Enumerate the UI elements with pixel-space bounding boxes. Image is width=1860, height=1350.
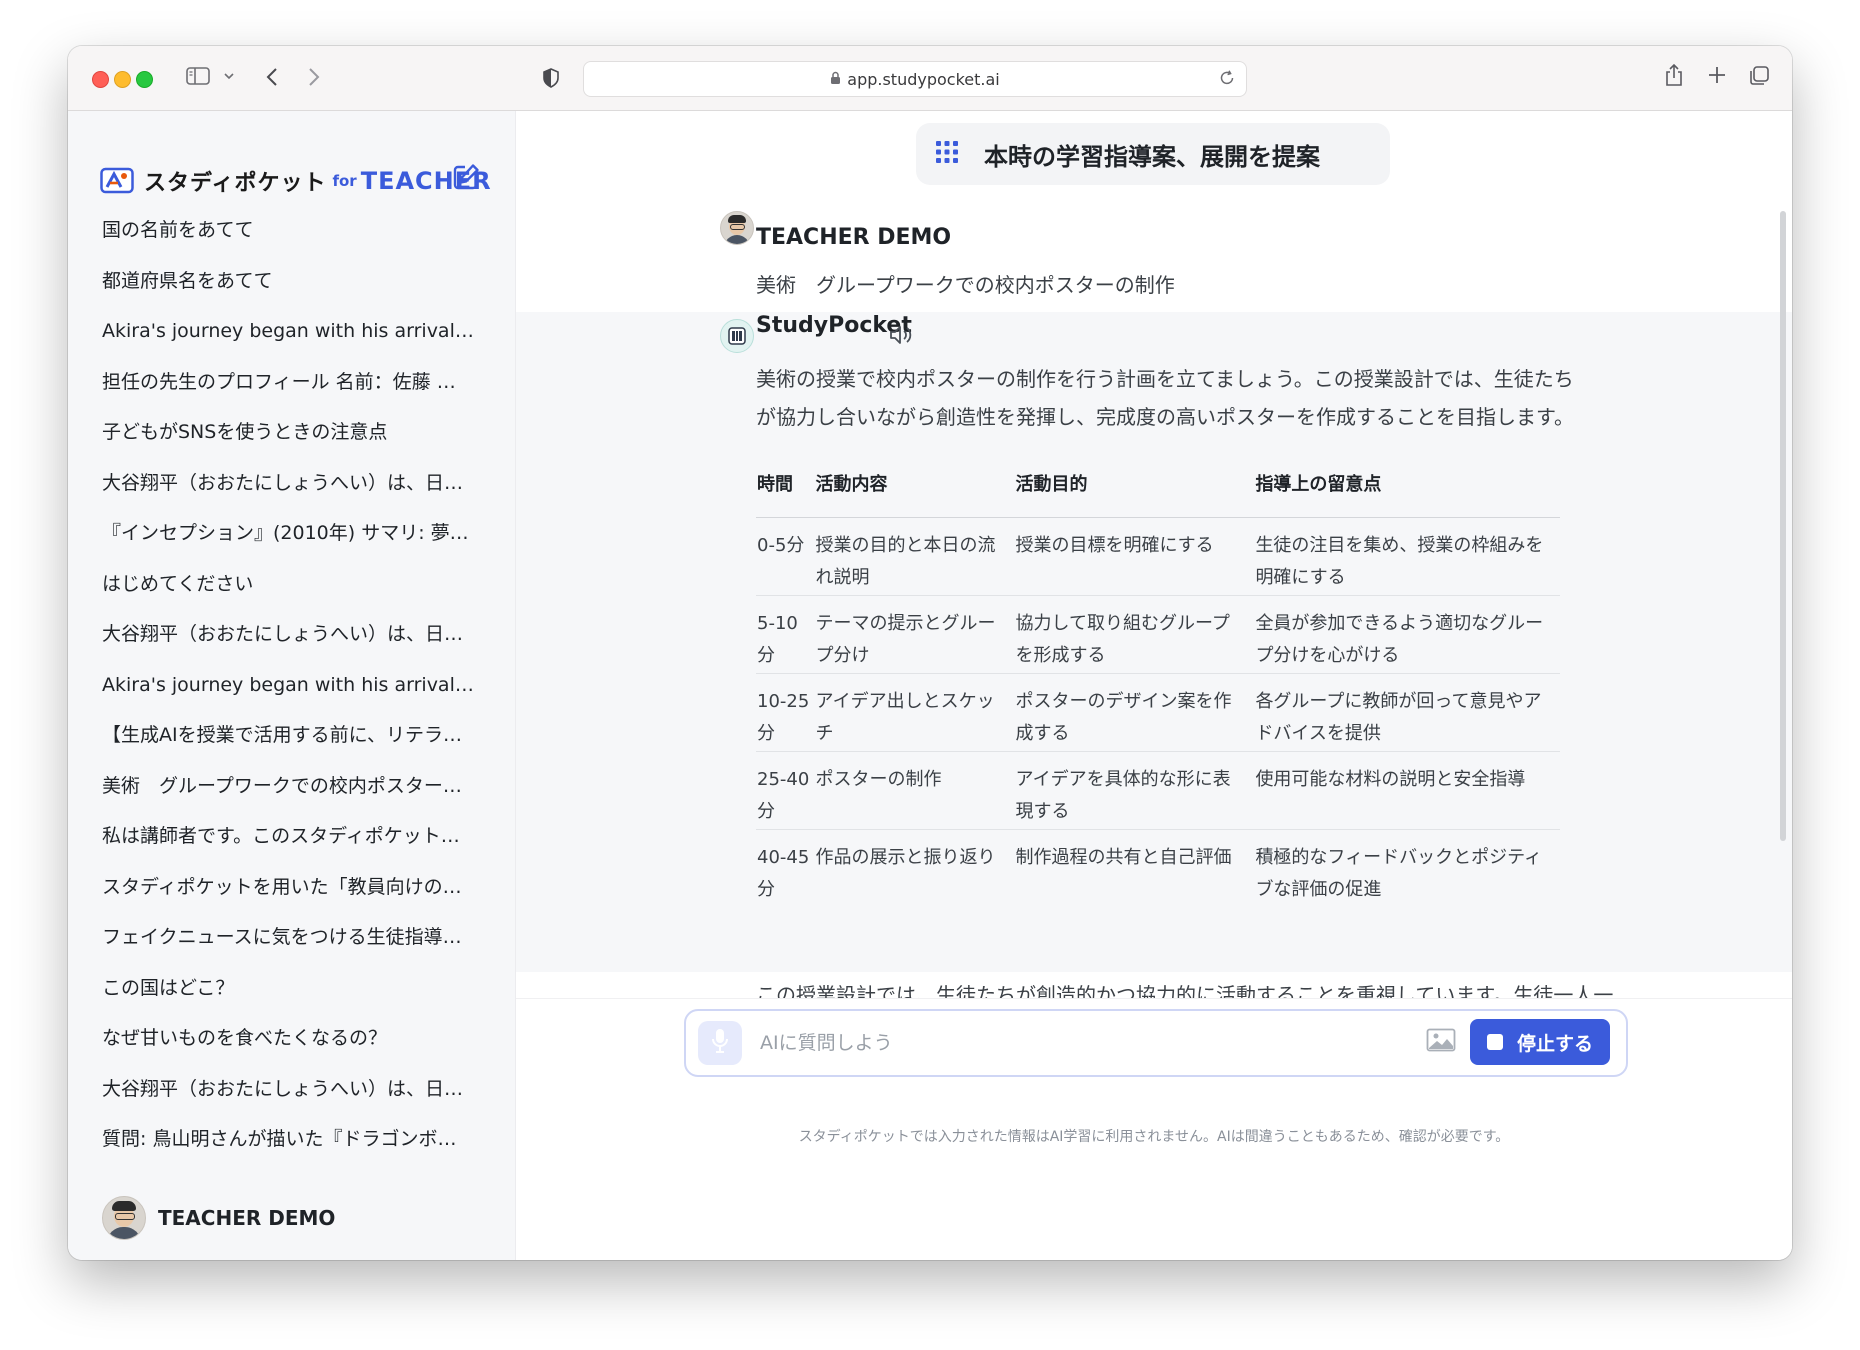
table-cell: ポスターの制作 — [814, 751, 1015, 830]
microphone-icon — [711, 1028, 729, 1058]
sidebar-toggle-icon[interactable] — [186, 66, 210, 86]
brand-logo-area[interactable]: スタディポケット for TEACHER — [100, 165, 492, 197]
sidebar-history-item[interactable]: 大谷翔平（おおたにしょうへい）は、日… — [102, 458, 474, 509]
privacy-shield-icon[interactable] — [542, 68, 560, 88]
chat-title-pill[interactable]: 本時の学習指導案、展開を提案 — [916, 123, 1390, 185]
lock-icon — [830, 70, 841, 89]
table-cell: テーマの提示とグループ分け — [814, 595, 1015, 674]
sidebar-history-item[interactable]: 子どもがSNSを使うときの注意点 — [102, 407, 474, 458]
reload-icon[interactable] — [1218, 69, 1236, 91]
table-cell: アイデア出しとスケッチ — [814, 673, 1015, 752]
ai-intro-text: 美術の授業で校内ポスターの制作を行う計画を立てましょう。この授業設計では、生徒た… — [756, 367, 1574, 429]
table-cell: 25-40分 — [756, 751, 815, 830]
sidebar-history-item[interactable]: 私は講師者です。このスタディポケット… — [102, 811, 474, 862]
close-window-button[interactable] — [92, 71, 109, 88]
avatar — [720, 211, 754, 245]
table-cell: 10-25分 — [756, 673, 815, 752]
table-header: 指導上の留意点 — [1254, 449, 1560, 518]
table-row: 10-25分 アイデア出しとスケッチ ポスターのデザイン案を作成する 各グループに教師… — [756, 673, 1560, 752]
sidebar-history-item[interactable]: 担任の先生のプロフィール 名前：佐藤 み… — [102, 357, 474, 408]
url-text: app.studypocket.ai — [847, 69, 1000, 89]
zoom-window-button[interactable] — [136, 71, 153, 88]
brand-name: スタディポケット — [144, 171, 327, 196]
avatar — [102, 1196, 146, 1240]
sidebar-history-item[interactable]: Akira's journey began with his arrival a… — [102, 306, 474, 357]
sidebar-history-item[interactable]: フェイクニュースに気をつける生徒指導… — [102, 912, 474, 963]
history-fade — [102, 1151, 494, 1165]
table-cell: 授業の目的と本日の流れ説明 — [814, 517, 1015, 596]
chevron-down-icon[interactable] — [224, 73, 234, 80]
user-name: TEACHER DEMO — [158, 1206, 336, 1230]
chat-history-list: 国の名前をあてて 都道府県名をあてて Akira's journey began w… — [102, 205, 494, 1165]
microphone-button[interactable] — [698, 1021, 742, 1065]
apps-grid-icon — [936, 141, 958, 167]
table-cell: 協力して取り組むグループを形成する — [1014, 595, 1255, 674]
user-message-sender: TEACHER DEMO — [756, 225, 952, 250]
new-tab-icon[interactable] — [1708, 66, 1726, 84]
sidebar-history-item[interactable]: なぜ甘いものを食べたくなるの？ — [102, 1013, 474, 1064]
table-row: 40-45分 作品の展示と振り返り 制作過程の共有と自己評価 積極的なフィードバックと… — [756, 830, 1560, 908]
stop-button[interactable]: 停止する — [1470, 1019, 1610, 1065]
forward-arrow-icon[interactable] — [308, 67, 320, 87]
table-cell: 0-5分 — [756, 517, 815, 596]
brand-for: for — [332, 172, 357, 190]
table-cell: 積極的なフィードバックとポジティブな評価の促進 — [1255, 847, 1542, 900]
table-cell: ポスターのデザイン案を作成する — [1014, 673, 1255, 752]
sidebar-history-item[interactable]: 美術 グループワークでの校内ポスター… — [102, 761, 474, 812]
tabs-overview-icon[interactable] — [1748, 65, 1770, 87]
stop-button-label: 停止する — [1516, 1032, 1593, 1055]
table-cell: 各グループに教師が回って意見やアドバイスを提供 — [1254, 673, 1560, 752]
compose-icon[interactable] — [452, 163, 480, 195]
stop-icon — [1486, 1034, 1503, 1050]
disclaimer-text: スタディポケットでは入力された情報はAI学習に利用されません。AIは間違うことも… — [798, 1129, 1510, 1145]
table-row: 5-10分 テーマの提示とグループ分け 協力して取り組むグループを形成する 全員が参加… — [756, 595, 1560, 674]
sidebar-history-item[interactable]: 都道府県名をあてて — [102, 256, 474, 307]
image-icon[interactable] — [1426, 1027, 1456, 1057]
table-row: 25-40分 ポスターの制作 アイデアを具体的な形に表現する 使用可能な材料の説明と安… — [756, 751, 1560, 830]
studypocket-logo-icon — [100, 167, 134, 195]
table-cell: 40-45分 — [757, 847, 810, 900]
share-icon[interactable] — [1664, 63, 1684, 87]
table-cell: 作品の展示と振り返り — [815, 847, 996, 868]
table-cell: 制作過程の共有と自己評価 — [1015, 847, 1232, 868]
chat-main: 本時の学習指導案、展開を提案 TEACHER DEMO 美術 グループワークでの… — [516, 111, 1792, 1260]
message-composer: 停止する — [684, 1009, 1628, 1077]
minimize-window-button[interactable] — [114, 71, 131, 88]
studypocket-avatar-icon — [720, 319, 754, 353]
table-cell: 授業の目標を明確にする — [1014, 517, 1255, 596]
table-cell: 使用可能な材料の説明と安全指導 — [1254, 751, 1560, 830]
sidebar-history-item[interactable]: スタディポケットを用いた「教員向けの… — [102, 862, 474, 913]
speaker-icon[interactable] — [888, 324, 914, 350]
table-header-row: 時間 活動内容 活動目的 指導上の留意点 — [756, 449, 1560, 518]
sidebar-history-item[interactable]: Akira's journey began with his arrival a… — [102, 660, 474, 711]
browser-toolbar: app.studypocket.ai — [68, 46, 1792, 111]
table-cell: 全員が参加できるよう適切なグループ分けを心がける — [1254, 595, 1560, 674]
sidebar: スタディポケット for TEACHER 国の名前をあてて 都道府県名をあてて Ak… — [68, 111, 516, 1260]
table-header: 活動目的 — [1014, 449, 1255, 518]
sidebar-history-item[interactable]: 『インセプション』(2010年) サマリ: 夢… — [102, 508, 474, 559]
table-cell: 5-10分 — [756, 595, 815, 674]
table-header: 時間 — [756, 449, 815, 518]
table-cell: 生徒の注目を集め、授業の枠組みを明確にする — [1254, 517, 1560, 596]
scrollbar[interactable] — [1780, 211, 1786, 841]
sidebar-history-item[interactable]: 大谷翔平（おおたにしょうへい）は、日… — [102, 1064, 474, 1115]
user-message-text: 美術 グループワークでの校内ポスターの制作 — [756, 273, 1175, 297]
table-header: 活動内容 — [814, 449, 1015, 518]
chat-input[interactable] — [758, 1027, 1362, 1059]
sidebar-history-item[interactable]: 大谷翔平（おおたにしょうへい）は、日… — [102, 609, 474, 660]
lesson-plan-table: 時間 活動内容 活動目的 指導上の留意点 0-5分 授業の目的と本日の流れ説明 授業… — [756, 449, 1560, 907]
back-arrow-icon[interactable] — [266, 67, 278, 87]
address-bar[interactable]: app.studypocket.ai — [583, 61, 1247, 97]
table-cell: アイデアを具体的な形に表現する — [1014, 751, 1255, 830]
sidebar-history-item[interactable]: 国の名前をあてて — [102, 205, 474, 256]
sidebar-history-item[interactable]: この国はどこ？ — [102, 963, 474, 1014]
sidebar-history-item[interactable]: 【生成AIを授業で活用する前に、リテラ… — [102, 710, 474, 761]
user-profile[interactable]: TEACHER DEMO — [102, 1196, 335, 1240]
chat-title: 本時の学習指導案、展開を提案 — [984, 142, 1320, 171]
sidebar-history-item[interactable]: はじめてください — [102, 559, 474, 610]
table-row: 0-5分 授業の目的と本日の流れ説明 授業の目標を明確にする 生徒の注目を集め、授業の… — [756, 517, 1560, 596]
browser-window: app.studypocket.ai スタディポケット for TEACHER — [68, 46, 1792, 1260]
